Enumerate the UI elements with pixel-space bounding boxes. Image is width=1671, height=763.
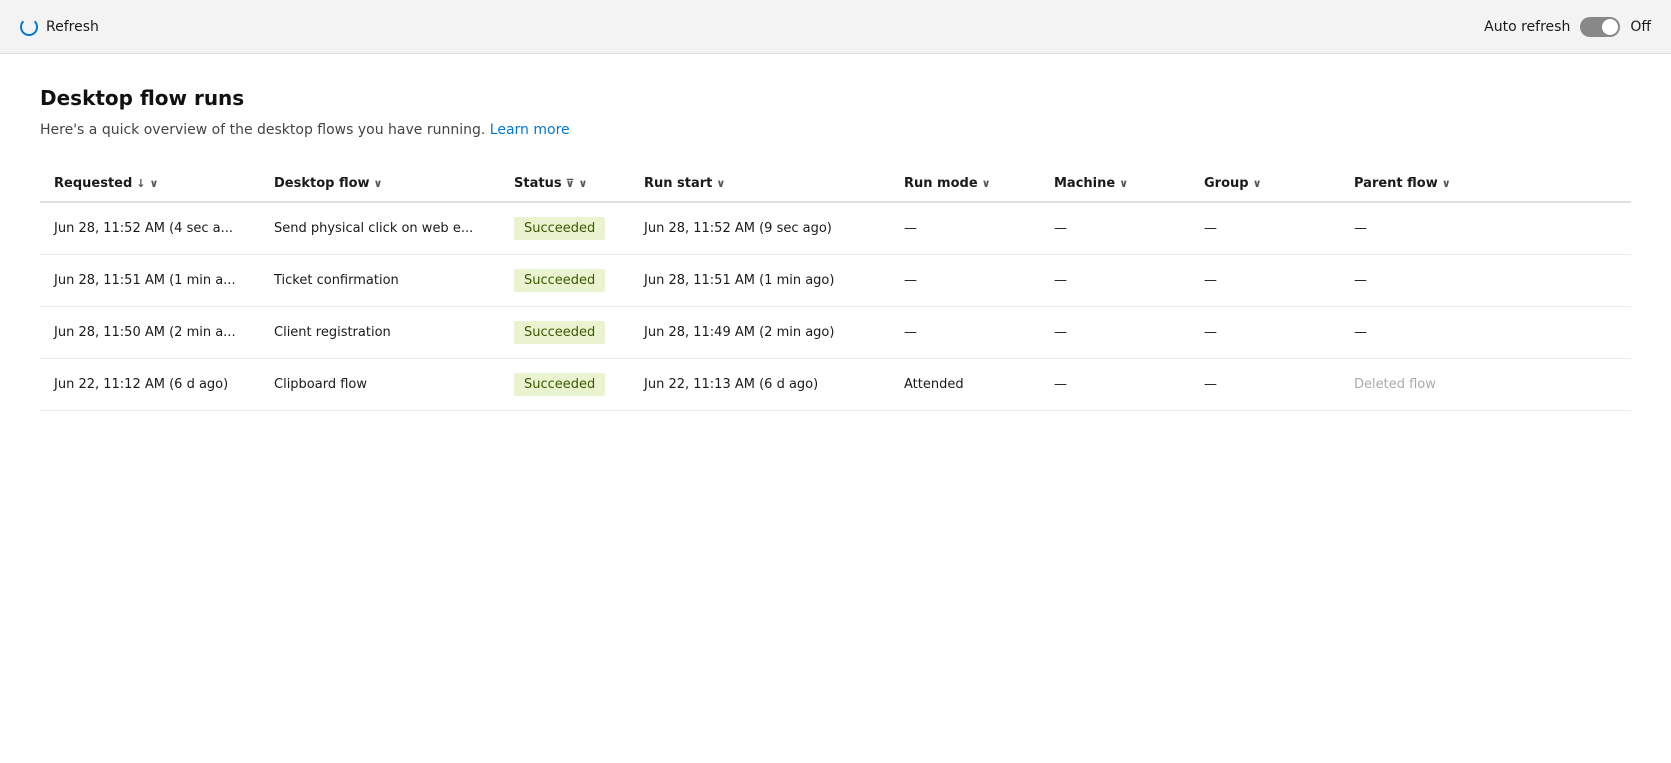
cell-group: — [1190,202,1340,255]
subtitle: Here's a quick overview of the desktop f… [40,122,1631,138]
col-header-desktop-flow[interactable]: Desktop flow ∨ [260,166,500,202]
cell-desktop_flow: Clipboard flow [260,359,500,411]
auto-refresh-label: Auto refresh [1484,19,1570,35]
col-header-machine[interactable]: Machine ∨ [1040,166,1190,202]
cell-status: Succeeded [500,359,630,411]
chevron-down-icon: ∨ [1253,177,1262,190]
col-header-run-mode[interactable]: Run mode ∨ [890,166,1040,202]
chevron-down-icon: ∨ [982,177,991,190]
cell-run_start: Jun 28, 11:49 AM (2 min ago) [630,307,890,359]
chevron-down-icon: ∨ [150,177,159,190]
status-badge: Succeeded [514,321,605,344]
auto-refresh-control: Auto refresh Off [1484,17,1651,37]
toggle-knob [1602,19,1618,35]
chevron-down-icon: ∨ [579,177,588,190]
cell-requested: Jun 22, 11:12 AM (6 d ago) [40,359,260,411]
table-row[interactable]: Jun 22, 11:12 AM (6 d ago)Clipboard flow… [40,359,1631,411]
table-row[interactable]: Jun 28, 11:50 AM (2 min a...Client regis… [40,307,1631,359]
chevron-down-icon: ∨ [1442,177,1451,190]
cell-requested: Jun 28, 11:52 AM (4 sec a... [40,202,260,255]
cell-parent_flow: — [1340,307,1631,359]
col-header-requested[interactable]: Requested ↓ ∨ [40,166,260,202]
cell-group: — [1190,359,1340,411]
refresh-button[interactable]: Refresh [20,18,99,36]
col-header-run-start[interactable]: Run start ∨ [630,166,890,202]
cell-run_mode: — [890,307,1040,359]
table-row[interactable]: Jun 28, 11:52 AM (4 sec a...Send physica… [40,202,1631,255]
page-title: Desktop flow runs [40,86,1631,110]
cell-run_start: Jun 22, 11:13 AM (6 d ago) [630,359,890,411]
table-header-row: Requested ↓ ∨ Desktop flow ∨ Status ⊽ [40,166,1631,202]
cell-desktop_flow: Client registration [260,307,500,359]
cell-status: Succeeded [500,307,630,359]
cell-desktop_flow: Ticket confirmation [260,255,500,307]
toggle-state-label: Off [1630,19,1651,35]
cell-parent_flow: — [1340,202,1631,255]
chevron-down-icon: ∨ [716,177,725,190]
status-badge: Succeeded [514,217,605,240]
table-row[interactable]: Jun 28, 11:51 AM (1 min a...Ticket confi… [40,255,1631,307]
cell-machine: — [1040,255,1190,307]
runs-table: Requested ↓ ∨ Desktop flow ∨ Status ⊽ [40,166,1631,411]
col-header-group[interactable]: Group ∨ [1190,166,1340,202]
cell-run_mode: — [890,255,1040,307]
topbar: Refresh Auto refresh Off [0,0,1671,54]
chevron-down-icon: ∨ [374,177,383,190]
chevron-down-icon: ∨ [1119,177,1128,190]
cell-parent_flow: — [1340,255,1631,307]
main-content: Desktop flow runs Here's a quick overvie… [0,54,1671,763]
refresh-label: Refresh [46,19,99,35]
cell-run_mode: — [890,202,1040,255]
cell-requested: Jun 28, 11:50 AM (2 min a... [40,307,260,359]
cell-machine: — [1040,307,1190,359]
cell-requested: Jun 28, 11:51 AM (1 min a... [40,255,260,307]
cell-run_start: Jun 28, 11:52 AM (9 sec ago) [630,202,890,255]
cell-group: — [1190,307,1340,359]
filter-icon: ⊽ [566,177,575,190]
cell-machine: — [1040,359,1190,411]
col-header-parent-flow[interactable]: Parent flow ∨ [1340,166,1631,202]
cell-run_start: Jun 28, 11:51 AM (1 min ago) [630,255,890,307]
cell-desktop_flow: Send physical click on web e... [260,202,500,255]
refresh-icon [20,18,38,36]
cell-status: Succeeded [500,202,630,255]
auto-refresh-toggle[interactable] [1580,17,1620,37]
cell-run_mode: Attended [890,359,1040,411]
sort-icon: ↓ [136,177,145,190]
learn-more-link[interactable]: Learn more [490,122,570,138]
cell-status: Succeeded [500,255,630,307]
cell-parent_flow: Deleted flow [1340,359,1631,411]
status-badge: Succeeded [514,373,605,396]
status-badge: Succeeded [514,269,605,292]
subtitle-text: Here's a quick overview of the desktop f… [40,122,485,138]
cell-machine: — [1040,202,1190,255]
col-header-status[interactable]: Status ⊽ ∨ [500,166,630,202]
cell-group: — [1190,255,1340,307]
